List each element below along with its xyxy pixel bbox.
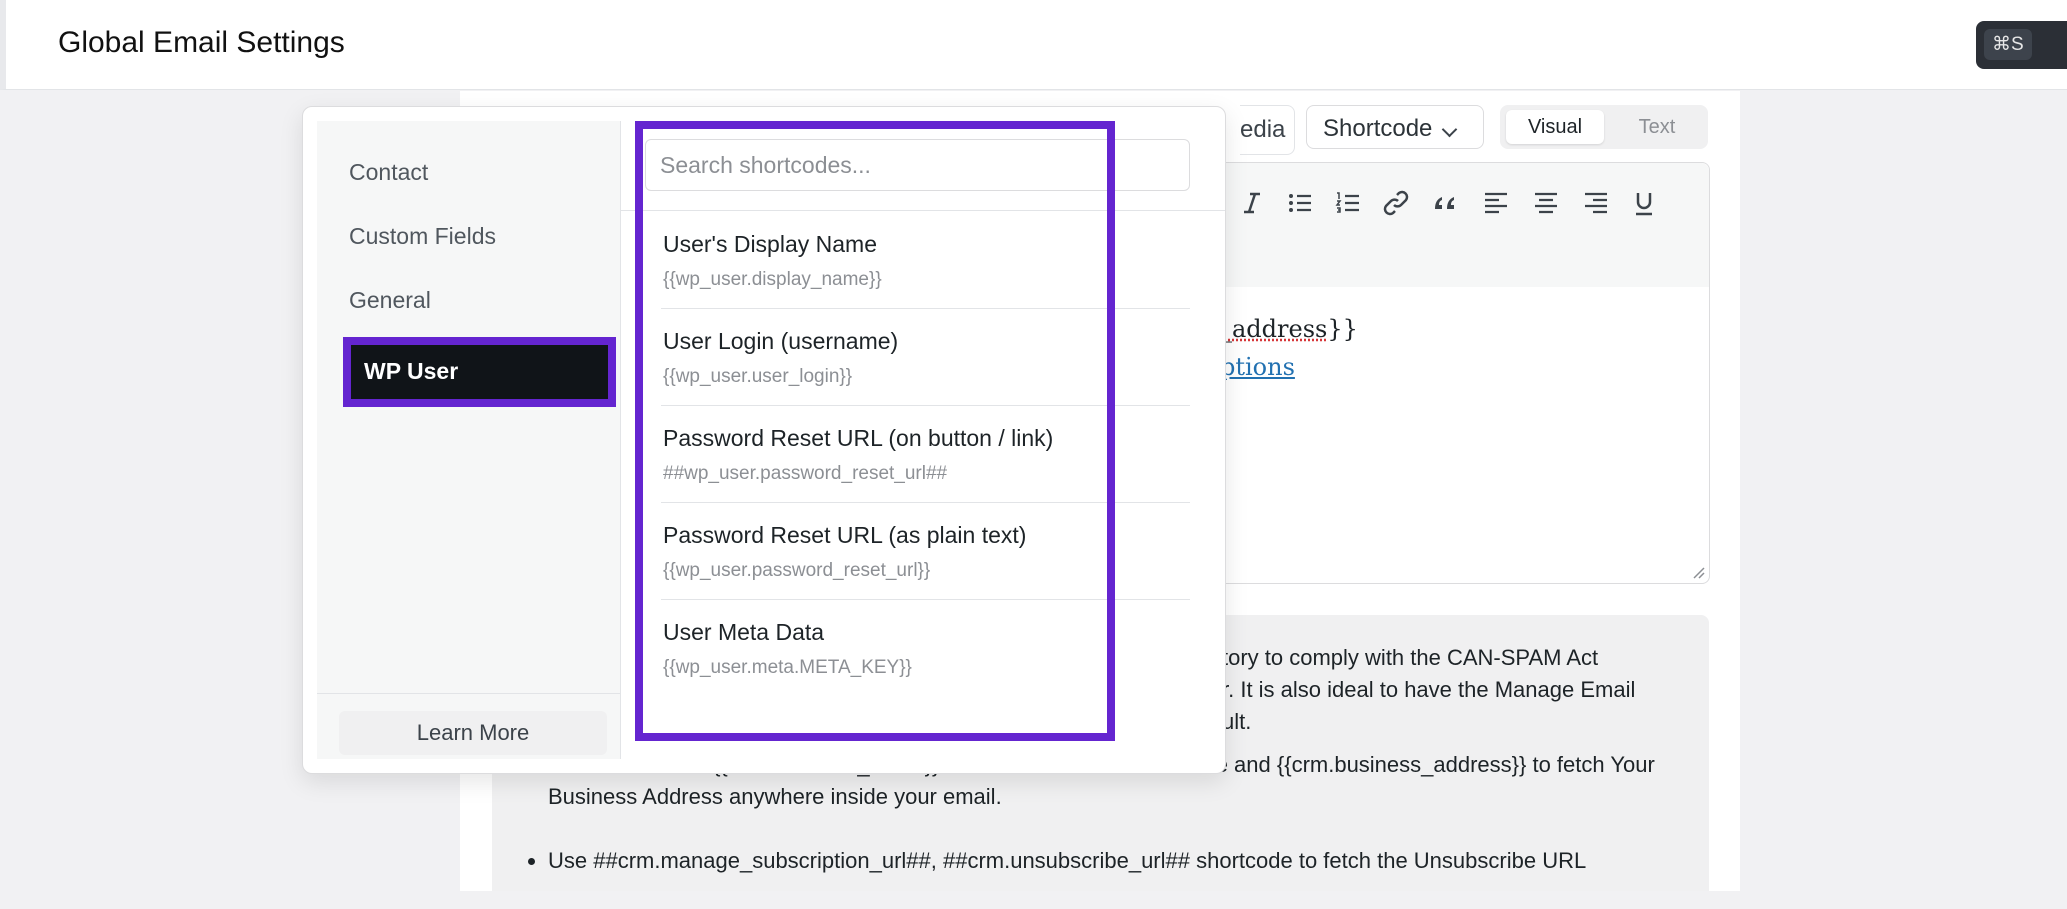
- divider: [317, 693, 620, 694]
- shortcode-item[interactable]: Password Reset URL (on button / link) ##…: [661, 407, 1190, 503]
- group-custom-fields[interactable]: Custom Fields: [349, 223, 496, 250]
- save-shortcut-button[interactable]: ⌘S: [1976, 21, 2067, 69]
- shortcode-label: User Meta Data: [663, 619, 825, 645]
- editor-content-link[interactable]: ptions: [1220, 353, 1295, 381]
- shortcode-item[interactable]: User's Display Name {{wp_user.display_na…: [661, 213, 1190, 309]
- notice-paragraph: tory to comply with the CAN-SPAM Act r. …: [1222, 642, 1635, 738]
- shortcode-popover: Contact Custom Fields General WP User Le…: [302, 106, 1226, 774]
- misspelled-word-rest: address: [1232, 315, 1328, 343]
- blockquote-icon[interactable]: [1430, 187, 1462, 219]
- align-left-icon[interactable]: [1480, 187, 1512, 219]
- shortcode-button-label: Shortcode: [1323, 115, 1433, 142]
- shortcode-dropdown-button[interactable]: Shortcode: [1306, 105, 1484, 149]
- resize-handle-icon[interactable]: [1689, 563, 1705, 579]
- shortcode-item[interactable]: Password Reset URL (as plain text) {{wp_…: [661, 504, 1190, 600]
- learn-more-button[interactable]: Learn More: [339, 711, 607, 755]
- shortcode-item[interactable]: User Login (username) {{wp_user.user_log…: [661, 310, 1190, 406]
- shortcode-search-input[interactable]: [645, 139, 1190, 191]
- page-title: Global Email Settings: [58, 26, 345, 59]
- editor-content-line: _address}}: [1220, 315, 1358, 343]
- rich-text-editor[interactable]: _address}} ptions: [1160, 162, 1710, 584]
- shortcode-group-list: Contact Custom Fields General WP User Le…: [317, 121, 621, 759]
- active-group-highlight: [343, 337, 616, 407]
- chevron-down-icon: [1441, 121, 1458, 138]
- divider: [621, 210, 1225, 211]
- notice-line: tory to comply with the CAN-SPAM Act: [1222, 645, 1599, 670]
- add-media-label: edia: [1240, 116, 1286, 143]
- notice-line: ult.: [1222, 709, 1252, 734]
- tab-text[interactable]: Text: [1612, 110, 1702, 144]
- underline-icon[interactable]: [1628, 187, 1660, 219]
- notice-bullet: Use ##crm.manage_subscription_url##, ##c…: [548, 845, 1698, 877]
- shortcode-code: {{wp_user.display_name}}: [663, 269, 882, 290]
- top-bar: Global Email Settings ⌘S: [0, 0, 2067, 90]
- group-contact[interactable]: Contact: [349, 159, 428, 186]
- shortcode-code: ##wp_user.password_reset_url##: [663, 463, 948, 484]
- shortcode-item[interactable]: User Meta Data {{wp_user.meta.META_KEY}}: [661, 601, 1190, 697]
- align-right-icon[interactable]: [1580, 187, 1612, 219]
- editor-mode-tabs: Visual Text: [1500, 105, 1708, 149]
- shortcode-code: {{wp_user.password_reset_url}}: [663, 560, 931, 581]
- tab-visual[interactable]: Visual: [1506, 110, 1604, 144]
- save-shortcut-label: ⌘S: [1984, 29, 2032, 60]
- shortcode-label: Password Reset URL (on button / link): [663, 425, 1054, 451]
- notice-line: r. It is also ideal to have the Manage E…: [1222, 677, 1636, 702]
- shortcode-label: Password Reset URL (as plain text): [663, 522, 1027, 548]
- bullet-list-icon[interactable]: [1284, 187, 1316, 219]
- italic-icon[interactable]: [1236, 187, 1268, 219]
- content-line-suffix: }}: [1327, 315, 1358, 343]
- numbered-list-icon[interactable]: [1332, 187, 1364, 219]
- shortcode-code: {{wp_user.meta.META_KEY}}: [663, 657, 912, 678]
- group-general[interactable]: General: [349, 287, 431, 314]
- align-center-icon[interactable]: [1530, 187, 1562, 219]
- add-media-button[interactable]: edia: [1240, 105, 1295, 155]
- editor-toolbar: [1160, 163, 1709, 287]
- shortcode-code: {{wp_user.user_login}}: [663, 366, 853, 387]
- shortcode-label: User Login (username): [663, 328, 899, 354]
- shortcode-label: User's Display Name: [663, 231, 877, 257]
- link-icon[interactable]: [1380, 187, 1412, 219]
